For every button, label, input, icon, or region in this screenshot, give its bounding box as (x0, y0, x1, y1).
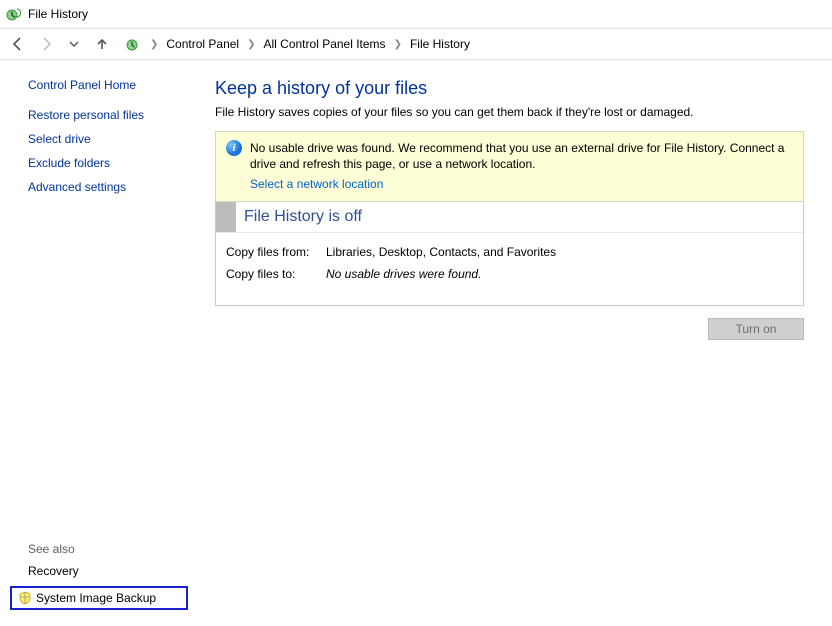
copy-from-row: Copy files from: Libraries, Desktop, Con… (226, 245, 793, 259)
status-panel: File History is off Copy files from: Lib… (215, 202, 804, 306)
nav-bar: ❯ Control Panel ❯ All Control Panel Item… (0, 29, 832, 60)
see-also-system-image-backup[interactable]: System Image Backup (10, 586, 188, 610)
turn-on-label: Turn on (736, 322, 777, 336)
title-bar: File History (0, 0, 832, 29)
breadcrumb-item[interactable]: All Control Panel Items (260, 37, 390, 51)
control-panel-home-link[interactable]: Control Panel Home (28, 78, 197, 92)
status-title: File History is off (244, 208, 362, 226)
see-also-label: See also (28, 542, 197, 556)
nav-back-button[interactable] (6, 32, 30, 56)
see-also-label-text: System Image Backup (36, 591, 156, 605)
see-also-label-text: Recovery (28, 564, 79, 578)
copy-from-value: Libraries, Desktop, Contacts, and Favori… (326, 245, 556, 259)
page-description: File History saves copies of your files … (215, 105, 804, 119)
file-history-icon (6, 6, 22, 22)
nav-forward-button[interactable] (34, 32, 58, 56)
chevron-right-icon[interactable]: ❯ (148, 39, 160, 50)
warning-text: No usable drive was found. We recommend … (250, 141, 784, 171)
breadcrumb-item[interactable]: File History (406, 37, 474, 51)
see-also-recovery[interactable]: Recovery (28, 564, 197, 578)
breadcrumb-item[interactable]: Control Panel (162, 37, 243, 51)
turn-on-button[interactable]: Turn on (708, 318, 804, 340)
select-network-location-link[interactable]: Select a network location (250, 176, 383, 192)
address-bar-icon (126, 36, 142, 52)
nav-recent-dropdown[interactable] (62, 32, 86, 56)
breadcrumb[interactable]: ❯ Control Panel ❯ All Control Panel Item… (148, 29, 826, 59)
copy-to-label: Copy files to: (226, 267, 326, 281)
status-indicator-icon (216, 202, 236, 232)
warning-banner: i No usable drive was found. We recommen… (215, 131, 804, 202)
content-pane: Keep a history of your files File Histor… (205, 60, 832, 626)
info-icon: i (226, 140, 242, 156)
nav-up-button[interactable] (90, 32, 114, 56)
copy-to-value: No usable drives were found. (326, 267, 481, 281)
status-header: File History is off (216, 202, 803, 233)
chevron-right-icon[interactable]: ❯ (392, 39, 404, 50)
page-title: Keep a history of your files (215, 78, 804, 99)
sidebar-link-restore[interactable]: Restore personal files (28, 108, 197, 122)
sidebar: Control Panel Home Restore personal file… (0, 60, 205, 626)
shield-icon (18, 591, 32, 605)
sidebar-link-exclude-folders[interactable]: Exclude folders (28, 156, 197, 170)
chevron-right-icon[interactable]: ❯ (245, 39, 257, 50)
copy-from-label: Copy files from: (226, 245, 326, 259)
sidebar-link-select-drive[interactable]: Select drive (28, 132, 197, 146)
sidebar-link-advanced-settings[interactable]: Advanced settings (28, 180, 197, 194)
copy-to-row: Copy files to: No usable drives were fou… (226, 267, 793, 281)
window-title: File History (28, 7, 88, 21)
